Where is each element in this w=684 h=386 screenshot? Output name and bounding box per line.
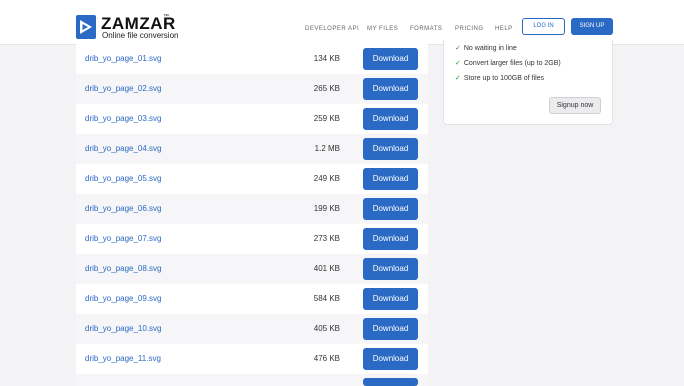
signup-now-button[interactable]: Signup now bbox=[549, 97, 601, 114]
feature-text: Convert larger files (up to 2GB) bbox=[463, 60, 561, 67]
file-row: drib_yo_page_10.svg 405 KB Download bbox=[76, 314, 428, 344]
download-button[interactable]: Download bbox=[363, 108, 418, 130]
file-row: drib_yo_page_03.svg 259 KB Download bbox=[76, 104, 428, 134]
download-button[interactable]: Download bbox=[363, 318, 418, 340]
file-row: drib_yo_page_06.svg 199 KB Download bbox=[76, 194, 428, 224]
feature-item: ✓ No waiting in line bbox=[455, 44, 517, 52]
file-size: 405 KB bbox=[313, 324, 340, 333]
file-size: 401 KB bbox=[313, 264, 340, 273]
nav-pricing[interactable]: PRICING bbox=[455, 26, 484, 32]
file-size: 134 KB bbox=[313, 54, 340, 63]
file-name-link[interactable]: drib_yo_page_03.svg bbox=[85, 114, 162, 123]
file-size: 584 KB bbox=[313, 294, 340, 303]
download-button[interactable]: Download bbox=[363, 78, 418, 100]
file-row: drib_yo_page_04.svg 1.2 MB Download bbox=[76, 134, 428, 164]
file-size: 249 KB bbox=[313, 174, 340, 183]
login-button[interactable]: LOG IN bbox=[522, 18, 565, 35]
signup-button[interactable]: SIGN UP bbox=[571, 18, 613, 35]
file-row: drib_yo_page_07.svg 273 KB Download bbox=[76, 224, 428, 254]
nav-help[interactable]: HELP bbox=[495, 26, 513, 32]
download-button[interactable]: Download bbox=[363, 168, 418, 190]
file-name-link[interactable]: drib_yo_page_01.svg bbox=[85, 54, 162, 63]
file-name-link[interactable]: drib_yo_page_02.svg bbox=[85, 84, 162, 93]
file-name-link[interactable]: drib_yo_page_05.svg bbox=[85, 174, 162, 183]
check-icon: ✓ bbox=[455, 75, 461, 82]
file-row-partial bbox=[76, 374, 428, 386]
file-name-link[interactable]: drib_yo_page_09.svg bbox=[85, 294, 162, 303]
check-icon: ✓ bbox=[455, 45, 461, 52]
file-row: drib_yo_page_05.svg 249 KB Download bbox=[76, 164, 428, 194]
file-size: 199 KB bbox=[313, 204, 340, 213]
download-button[interactable]: Download bbox=[363, 288, 418, 310]
file-row: drib_yo_page_08.svg 401 KB Download bbox=[76, 254, 428, 284]
file-row: drib_yo_page_09.svg 584 KB Download bbox=[76, 284, 428, 314]
feature-item: ✓ Convert larger files (up to 2GB) bbox=[455, 59, 561, 67]
download-button[interactable]: Download bbox=[363, 138, 418, 160]
top-header: ZAMZAR ™ Online file conversion DEVELOPE… bbox=[0, 0, 684, 45]
file-size: 273 KB bbox=[313, 234, 340, 243]
file-row: drib_yo_page_01.svg 134 KB Download bbox=[76, 44, 428, 74]
nav-developer-api[interactable]: DEVELOPER API bbox=[305, 26, 359, 32]
check-icon: ✓ bbox=[455, 60, 461, 67]
file-size: 1.2 MB bbox=[314, 144, 340, 153]
feature-item: ✓ Store up to 100GB of files bbox=[455, 74, 544, 82]
file-name-link[interactable]: drib_yo_page_10.svg bbox=[85, 324, 162, 333]
zamzar-logo-icon[interactable] bbox=[76, 15, 96, 39]
file-row: drib_yo_page_02.svg 265 KB Download bbox=[76, 74, 428, 104]
nav-formats[interactable]: FORMATS bbox=[410, 26, 442, 32]
file-name-link[interactable]: drib_yo_page_11.svg bbox=[85, 354, 161, 363]
file-name-link[interactable]: drib_yo_page_06.svg bbox=[85, 204, 162, 213]
feature-text: Store up to 100GB of files bbox=[463, 75, 545, 82]
file-name-link[interactable]: drib_yo_page_04.svg bbox=[85, 144, 162, 153]
brand-tagline: Online file conversion bbox=[102, 31, 179, 40]
download-button[interactable]: Download bbox=[363, 348, 418, 370]
nav-my-files[interactable]: MY FILES bbox=[367, 26, 398, 32]
download-button[interactable]: Download bbox=[363, 258, 418, 280]
download-button[interactable]: Download bbox=[363, 198, 418, 220]
file-size: 476 KB bbox=[313, 354, 340, 363]
file-size: 259 KB bbox=[313, 114, 340, 123]
file-name-link[interactable]: drib_yo_page_07.svg bbox=[85, 234, 162, 243]
download-button[interactable]: Download bbox=[363, 48, 418, 70]
download-button-partial[interactable] bbox=[363, 378, 418, 386]
feature-text: No waiting in line bbox=[463, 45, 517, 52]
file-name-link[interactable]: drib_yo_page_08.svg bbox=[85, 264, 162, 273]
upgrade-card: ✓ No waiting in line ✓ Convert larger file… bbox=[443, 40, 613, 125]
download-button[interactable]: Download bbox=[363, 228, 418, 250]
trademark-mark: ™ bbox=[163, 14, 169, 20]
play-arrow-icon bbox=[80, 20, 92, 34]
file-list: drib_yo_page_01.svg 134 KB Download drib… bbox=[76, 44, 428, 386]
file-row: drib_yo_page_11.svg 476 KB Download bbox=[76, 344, 428, 374]
file-size: 265 KB bbox=[313, 84, 340, 93]
